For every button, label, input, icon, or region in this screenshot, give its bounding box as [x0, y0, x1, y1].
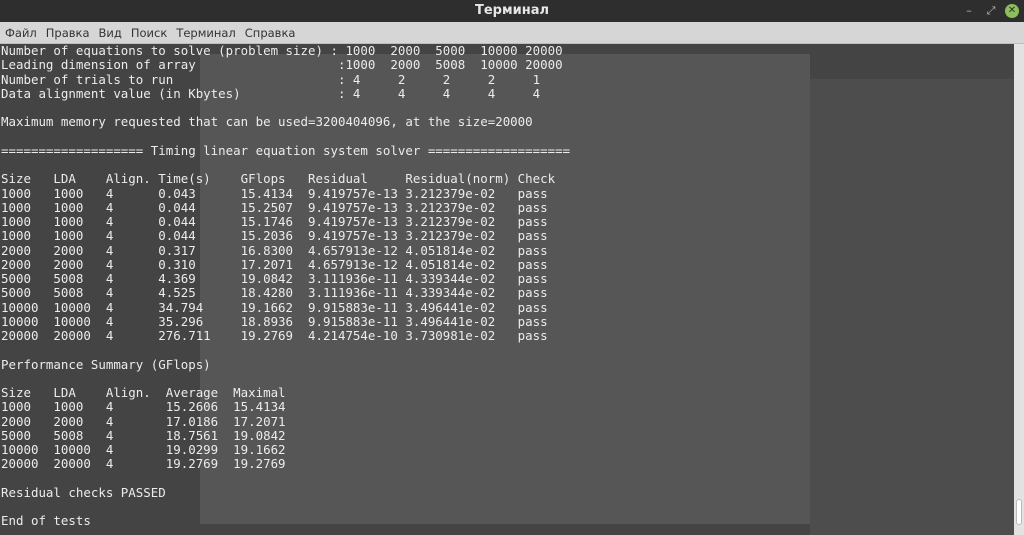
terminal-line: Number of equations to solve (problem si… — [1, 44, 563, 58]
scrollbar[interactable] — [1014, 44, 1024, 535]
terminal-line: 20000 20000 4 276.711 19.2769 4.214754e-… — [1, 328, 548, 343]
terminal-line: 1000 1000 4 0.044 15.2036 9.419757e-13 3… — [1, 228, 548, 244]
terminal-line: 2000 2000 4 17.0186 17.2071 — [1, 413, 286, 429]
menu-file[interactable]: Файл — [0, 23, 41, 40]
terminal-line: 1000 1000 4 0.044 15.2507 9.419757e-13 3… — [1, 199, 548, 215]
menu-terminal[interactable]: Терминал — [171, 23, 239, 40]
terminal-line: Leading dimension of array :1000 2000 50… — [1, 57, 563, 73]
window-title: Терминал — [474, 3, 549, 18]
background-window-right — [810, 79, 1014, 535]
title-bar: Терминал – ⤢ ✕ — [0, 0, 1024, 22]
terminal-line: 5000 5008 4 4.369 19.0842 3.111936e-11 4… — [1, 271, 548, 286]
terminal-line: 10000 10000 4 34.794 19.1662 9.915883e-1… — [1, 299, 548, 315]
menu-search[interactable]: Поиск — [126, 23, 171, 40]
terminal-line: Maximum memory requested that can be use… — [1, 114, 533, 130]
menu-bar: Файл Правка Вид Поиск Терминал Справка — [0, 22, 1024, 44]
terminal-line: 2000 2000 4 0.310 17.2071 4.657913e-12 4… — [1, 256, 548, 272]
terminal-line: 1000 1000 4 15.2606 15.4134 — [1, 399, 286, 415]
terminal-line: 10000 10000 4 35.296 18.8936 9.915883e-1… — [1, 313, 548, 329]
terminal-line: 1000 1000 4 0.044 15.1746 9.419757e-13 3… — [1, 214, 548, 229]
terminal-line: =================== Timing linear equati… — [1, 142, 571, 158]
terminal-line: 2000 2000 4 0.317 16.8300 4.657913e-12 4… — [1, 242, 548, 258]
terminal-text: Number of equations to solve (problem si… — [1, 44, 570, 529]
terminal-output[interactable]: Number of equations to solve (problem si… — [0, 44, 1014, 535]
terminal-line: 5000 5008 4 18.7561 19.0842 — [1, 427, 286, 443]
maximize-icon[interactable]: ⤢ — [984, 4, 998, 18]
scrollbar-thumb[interactable] — [1016, 499, 1022, 525]
terminal-line: 1000 1000 4 0.043 15.4134 9.419757e-13 3… — [1, 185, 548, 201]
menu-view[interactable]: Вид — [94, 23, 126, 40]
terminal-line: Size LDA Align. Average Maximal — [1, 385, 286, 400]
terminal-line: Performance Summary (GFlops) — [1, 356, 211, 372]
minimize-icon[interactable]: – — [962, 4, 976, 18]
terminal-line: Number of trials to run : 4 2 2 2 1 — [1, 71, 541, 87]
terminal-line: 5000 5008 4 4.525 18.4280 3.111936e-11 4… — [1, 285, 548, 301]
terminal-line: 20000 20000 4 19.2769 19.2769 — [1, 456, 286, 472]
menu-edit[interactable]: Правка — [41, 23, 94, 40]
terminal-line: End of tests — [1, 513, 91, 529]
terminal-line: Residual checks PASSED — [1, 484, 166, 500]
terminal-line: 10000 10000 4 19.0299 19.1662 — [1, 442, 286, 457]
menu-help[interactable]: Справка — [240, 23, 300, 40]
terminal-line: Size LDA Align. Time(s) GFlops Residual … — [1, 171, 556, 187]
terminal-line: Data alignment value (in Kbytes) : 4 4 4… — [1, 85, 541, 101]
close-icon[interactable]: ✕ — [1005, 4, 1019, 18]
